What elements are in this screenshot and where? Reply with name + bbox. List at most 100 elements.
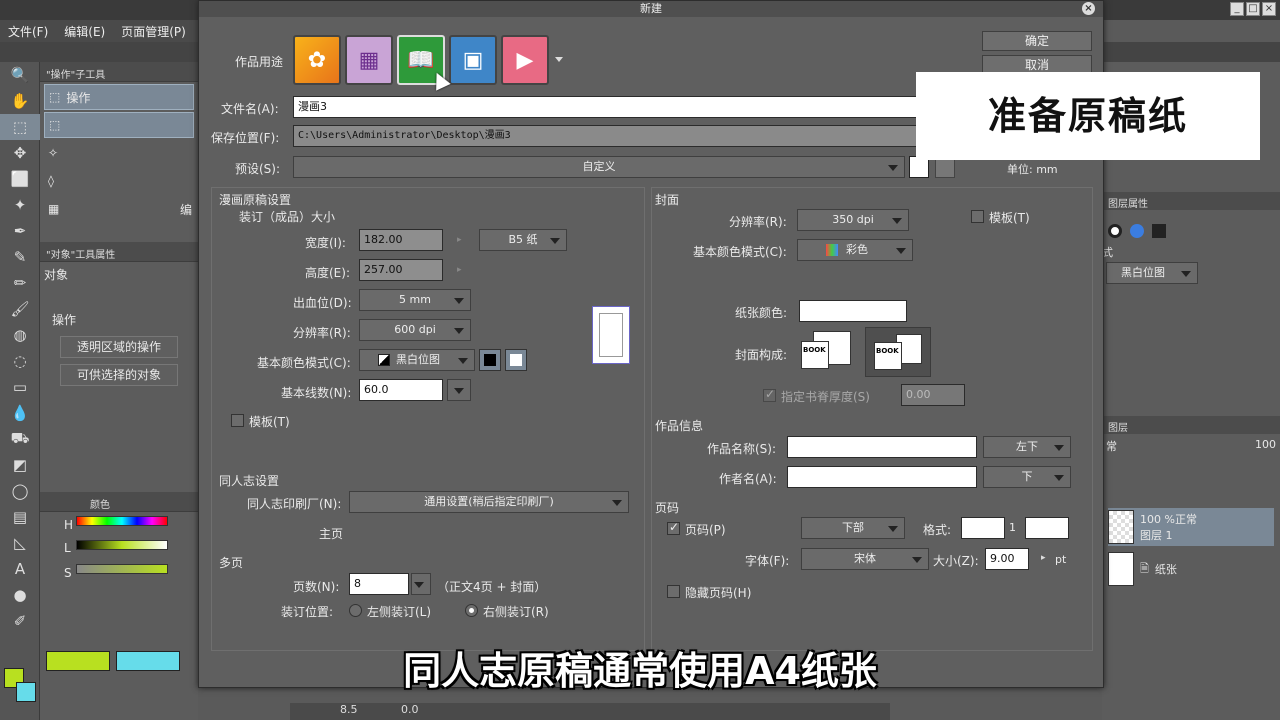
text-tool-icon[interactable]: A: [0, 556, 40, 582]
cover-color-mode-select[interactable]: 彩色: [797, 239, 913, 261]
save-path-input[interactable]: C:\Users\Administrator\Desktop\漫画3: [293, 125, 933, 147]
lightness-slider[interactable]: [76, 540, 168, 550]
size-spin-icon[interactable]: ▸: [1041, 553, 1046, 563]
minimize-button[interactable]: _: [1230, 2, 1244, 16]
correction-icon[interactable]: ✐: [0, 608, 40, 634]
hand-tool-icon[interactable]: ✋: [0, 88, 40, 114]
close-window-button[interactable]: ×: [1262, 2, 1276, 16]
gradient-icon[interactable]: ◩: [0, 452, 40, 478]
bleed-select[interactable]: 5 mm: [359, 289, 471, 311]
ruler-icon[interactable]: ◺: [0, 530, 40, 556]
page-count-input[interactable]: 8: [349, 573, 409, 595]
page-number-checkbox[interactable]: [667, 520, 680, 535]
purpose-more-icon[interactable]: [555, 57, 563, 62]
print-icon[interactable]: ▣: [449, 35, 497, 85]
fill-icon[interactable]: 💧: [0, 400, 40, 426]
brush-icon[interactable]: 🖌: [0, 296, 40, 322]
layers-tab[interactable]: 图层: [1102, 416, 1280, 434]
expression-mode-select[interactable]: 黑白位图: [1106, 262, 1198, 284]
paper-color-input[interactable]: [799, 300, 907, 322]
layer-row[interactable]: 100 %正常 图层 1: [1108, 508, 1274, 546]
cover-resolution-select[interactable]: 350 dpi: [797, 209, 909, 231]
subtool-item[interactable]: ◊: [44, 168, 194, 194]
menu-file[interactable]: 文件(F): [0, 23, 56, 40]
angle-value[interactable]: 0.0: [401, 703, 419, 716]
color-icon[interactable]: [1130, 224, 1144, 238]
preset-select[interactable]: 自定义: [293, 156, 905, 178]
balloon-icon[interactable]: ●: [0, 582, 40, 608]
move-tool-icon[interactable]: ✥: [0, 140, 40, 166]
size-input[interactable]: 9.00: [985, 548, 1029, 570]
transparent-area-button[interactable]: 透明区域的操作: [60, 336, 178, 358]
airbrush-icon[interactable]: ◍: [0, 322, 40, 348]
tool-property-tab[interactable]: "对象"工具属性: [40, 242, 198, 262]
template-checkbox[interactable]: [231, 414, 244, 427]
page-count-select[interactable]: [411, 573, 431, 595]
saturation-slider[interactable]: [76, 564, 168, 574]
eyedropper-icon[interactable]: ✒: [0, 218, 40, 244]
height-input[interactable]: 257.00: [359, 259, 443, 281]
white-color-button[interactable]: [505, 349, 527, 371]
work-name-position-select[interactable]: 左下: [983, 436, 1071, 458]
line-count-input[interactable]: 60.0: [359, 379, 443, 401]
illustration-icon[interactable]: ✿: [293, 35, 341, 85]
webtoon-icon[interactable]: ▦: [345, 35, 393, 85]
line-count-select[interactable]: [447, 379, 471, 401]
pencil-icon[interactable]: ✏: [0, 270, 40, 296]
left-binding-radio[interactable]: [349, 604, 362, 617]
link-icon[interactable]: ▸: [457, 235, 462, 245]
spine-input[interactable]: 0.00: [901, 384, 965, 406]
spine-checkbox[interactable]: [763, 387, 776, 402]
subtool-item[interactable]: ⬚: [44, 112, 194, 138]
subtool-item[interactable]: ▦ 编: [44, 196, 194, 222]
filename-input[interactable]: 漫画3: [293, 96, 933, 118]
format-prefix-input[interactable]: [961, 517, 1005, 539]
subtool-operation[interactable]: ⬚ 操作: [44, 84, 194, 110]
frame-icon[interactable]: ▤: [0, 504, 40, 530]
resolution-select[interactable]: 600 dpi: [359, 319, 471, 341]
opacity-value[interactable]: 100: [1255, 438, 1276, 454]
black-color-button[interactable]: [479, 349, 501, 371]
eraser-icon[interactable]: ▭: [0, 374, 40, 400]
cover-structure-spread[interactable]: BOOK: [865, 327, 931, 377]
font-select[interactable]: 宋体: [801, 548, 929, 570]
pen-icon[interactable]: ✎: [0, 244, 40, 270]
auto-select-icon[interactable]: ✦: [0, 192, 40, 218]
blend-icon[interactable]: ◌: [0, 348, 40, 374]
operation-tool-icon[interactable]: ⬚: [0, 114, 40, 140]
blend-mode[interactable]: 常: [1106, 438, 1117, 454]
maximize-button[interactable]: □: [1246, 2, 1260, 16]
layer-property-tab[interactable]: 图层属性: [1102, 192, 1280, 210]
color-tab[interactable]: 颜色: [40, 492, 198, 512]
work-name-input[interactable]: [787, 436, 977, 458]
author-input[interactable]: [787, 466, 977, 488]
animation-icon[interactable]: ▶: [501, 35, 549, 85]
cover-structure-single[interactable]: BOOK: [799, 327, 857, 375]
ellipse-icon[interactable]: ◯: [0, 478, 40, 504]
color-mode-select[interactable]: 黑白位图: [359, 349, 475, 371]
format-suffix-input[interactable]: [1025, 517, 1069, 539]
ok-button[interactable]: 确定: [982, 31, 1092, 51]
effect-icon[interactable]: [1108, 224, 1122, 238]
bucket-icon[interactable]: ⛟: [0, 426, 40, 452]
selection-tool-icon[interactable]: ⬜: [0, 166, 40, 192]
paper-size-select[interactable]: B5 纸: [479, 229, 567, 251]
hide-page-number-checkbox[interactable]: [667, 585, 680, 598]
selectable-objects-button[interactable]: 可供选择的对象: [60, 364, 178, 386]
zoom-value[interactable]: 8.5: [340, 703, 358, 716]
subtool-item[interactable]: ✧: [44, 140, 194, 166]
paper-layer-row[interactable]: 🗎 纸张: [1108, 550, 1274, 588]
dialog-close-button[interactable]: ×: [1082, 2, 1095, 15]
menu-page[interactable]: 页面管理(P): [113, 23, 194, 40]
author-position-select[interactable]: 下: [983, 466, 1071, 488]
right-binding-radio[interactable]: [465, 604, 478, 617]
hue-slider[interactable]: [76, 516, 168, 526]
width-input[interactable]: 182.00: [359, 229, 443, 251]
printer-select[interactable]: 通用设置(稍后指定印刷厂): [349, 491, 629, 513]
swap-icon[interactable]: ▸: [457, 265, 462, 275]
menu-edit[interactable]: 编辑(E): [56, 23, 113, 40]
page-number-position-select[interactable]: 下部: [801, 517, 905, 539]
subtool-tab[interactable]: "操作"子工具: [40, 62, 198, 82]
tone-icon[interactable]: [1152, 224, 1166, 238]
cover-template-checkbox[interactable]: [971, 210, 984, 223]
